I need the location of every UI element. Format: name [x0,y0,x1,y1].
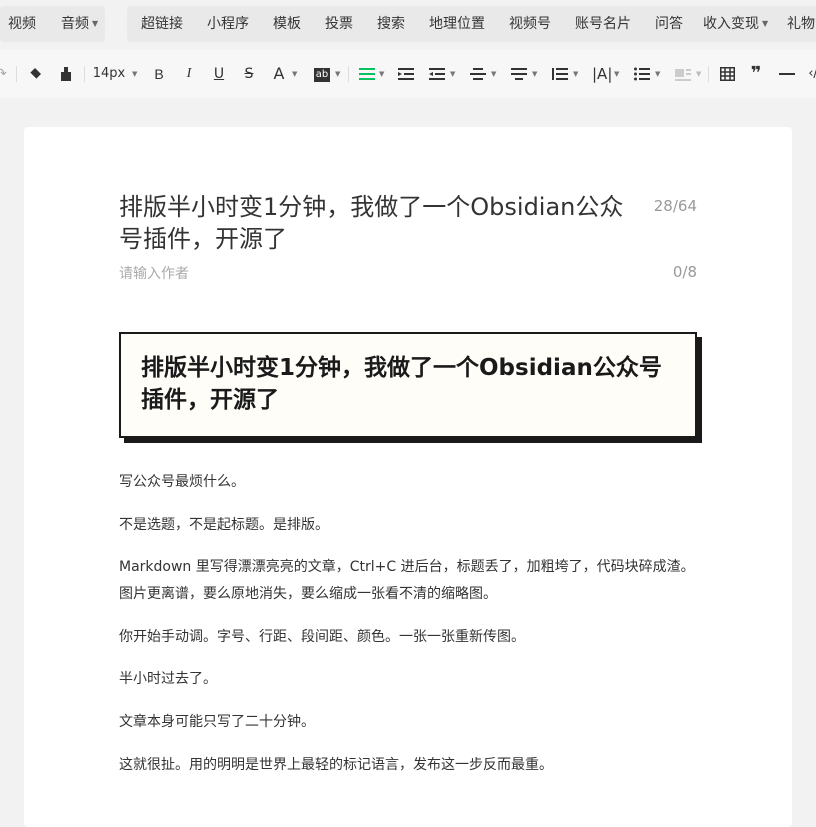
insert-monetize-label: 收入变现 [703,16,759,32]
insert-template-button[interactable]: 模板 [273,6,301,42]
heading-card[interactable]: 排版半小时变1分钟，我做了一个Obsidian公众号插件，开源了 [119,332,697,438]
paragraph[interactable]: 文章本身可能只写了二十分钟。 [119,709,699,736]
toolbar-divider [348,66,349,82]
insert-tools-group: 超链接 小程序 模板 投票 搜索 地理位置 视频号 账号名片 问答 收入变现 ▼ … [127,6,816,42]
bold-button[interactable]: B [150,62,168,86]
insert-media-group: 视频 音频 ▼ [0,6,105,42]
paragraph[interactable]: 这就很扯。用的明明是世界上最轻的标记语言，发布这一步反而最重。 [119,752,699,779]
strikethrough-button[interactable]: S [240,62,258,86]
indent-icon[interactable] [397,62,415,86]
align-justify-icon[interactable] [358,62,376,86]
insert-video-button[interactable]: 视频 [8,6,36,42]
toolbar-divider [84,66,85,82]
bullet-list-icon[interactable] [633,62,651,86]
insert-audio-label: 音频 [61,16,89,32]
author-char-count: 0/8 [672,263,697,281]
chevron-down-icon: ▼ [491,70,497,78]
insert-channels-button[interactable]: 视频号 [509,6,551,42]
paragraph-spacing-icon[interactable] [469,62,487,86]
format-painter-icon[interactable] [55,62,77,86]
table-icon[interactable] [718,62,736,86]
toolbar-divider [16,66,17,82]
chevron-down-icon: ▼ [379,70,385,78]
toolbar-divider [708,66,709,82]
font-size-select[interactable]: 14px [92,62,126,86]
insert-vote-button[interactable]: 投票 [325,6,353,42]
chevron-down-icon: ▼ [450,70,456,78]
insert-location-button[interactable]: 地理位置 [429,6,485,42]
paragraph[interactable]: 你开始手动调。字号、行距、段间距、颜色。一张一张重新传图。 [119,624,699,651]
horizontal-rule-icon[interactable] [778,62,796,86]
author-input[interactable]: 请输入作者 [119,263,189,283]
font-color-button[interactable]: A [270,62,288,86]
chevron-down-icon: ▼ [696,70,702,78]
chevron-down-icon: ▼ [92,19,99,28]
insert-audio-button[interactable]: 音频 ▼ [61,6,98,42]
outdent-icon[interactable] [428,62,446,86]
chevron-down-icon: ▼ [132,70,138,78]
chevron-down-icon: ▼ [762,19,769,28]
chevron-down-icon: ▼ [335,70,341,78]
insert-monetize-button[interactable]: 收入变现 ▼ [703,6,768,42]
chevron-down-icon: ▼ [614,70,620,78]
paragraph[interactable]: 不是选题，不是起标题。是排版。 [119,512,699,539]
editor-page: 排版半小时变1分钟，我做了一个Obsidian公众号插件，开源了 28/64 请… [24,127,792,827]
underline-button[interactable]: U [210,62,228,86]
code-icon[interactable]: ‹/ [806,62,816,86]
insert-bar: 视频 音频 ▼ 超链接 小程序 模板 投票 搜索 地理位置 视频号 账号名片 问答… [0,0,816,48]
insert-gift-button[interactable]: 礼物 [787,6,815,42]
insert-account-card-button[interactable]: 账号名片 [575,6,631,42]
highlight-label: ab [313,68,331,82]
chevron-down-icon: ▼ [573,70,579,78]
chevron-down-icon: ▼ [292,70,298,78]
clear-format-icon[interactable] [24,62,46,86]
redo-icon[interactable]: ↷ [0,62,8,86]
title-char-count: 28/64 [653,197,697,215]
line-height-icon[interactable] [510,62,528,86]
insert-qa-button[interactable]: 问答 [655,6,683,42]
paragraph[interactable]: 写公众号最烦什么。 [119,469,699,496]
insert-link-button[interactable]: 超链接 [141,6,183,42]
paragraph[interactable]: 半小时过去了。 [119,666,699,693]
float-image-icon[interactable] [674,62,692,86]
insert-miniprogram-button[interactable]: 小程序 [207,6,249,42]
letter-spacing-icon[interactable] [551,62,569,86]
chevron-down-icon: ▼ [655,70,661,78]
highlight-button[interactable]: ab [312,62,332,86]
format-toolbar: ↷ 14px ▼ B I U S A ▼ ab ▼ ▼ ▼ ▼ ▼ ▼ |A| … [0,50,816,98]
text-spacing-icon[interactable]: |A| [592,62,612,86]
italic-button[interactable]: I [180,62,198,86]
heading-card-text: 排版半小时变1分钟，我做了一个Obsidian公众号插件，开源了 [141,355,662,413]
article-title-input[interactable]: 排版半小时变1分钟，我做了一个Obsidian公众号插件，开源了 [119,191,639,255]
chevron-down-icon: ▼ [532,70,538,78]
insert-search-button[interactable]: 搜索 [377,6,405,42]
paragraph[interactable]: Markdown 里写得漂漂亮亮的文章，Ctrl+C 进后台，标题丢了，加粗垮了… [119,554,699,608]
blockquote-icon[interactable]: ❞ [747,62,765,86]
